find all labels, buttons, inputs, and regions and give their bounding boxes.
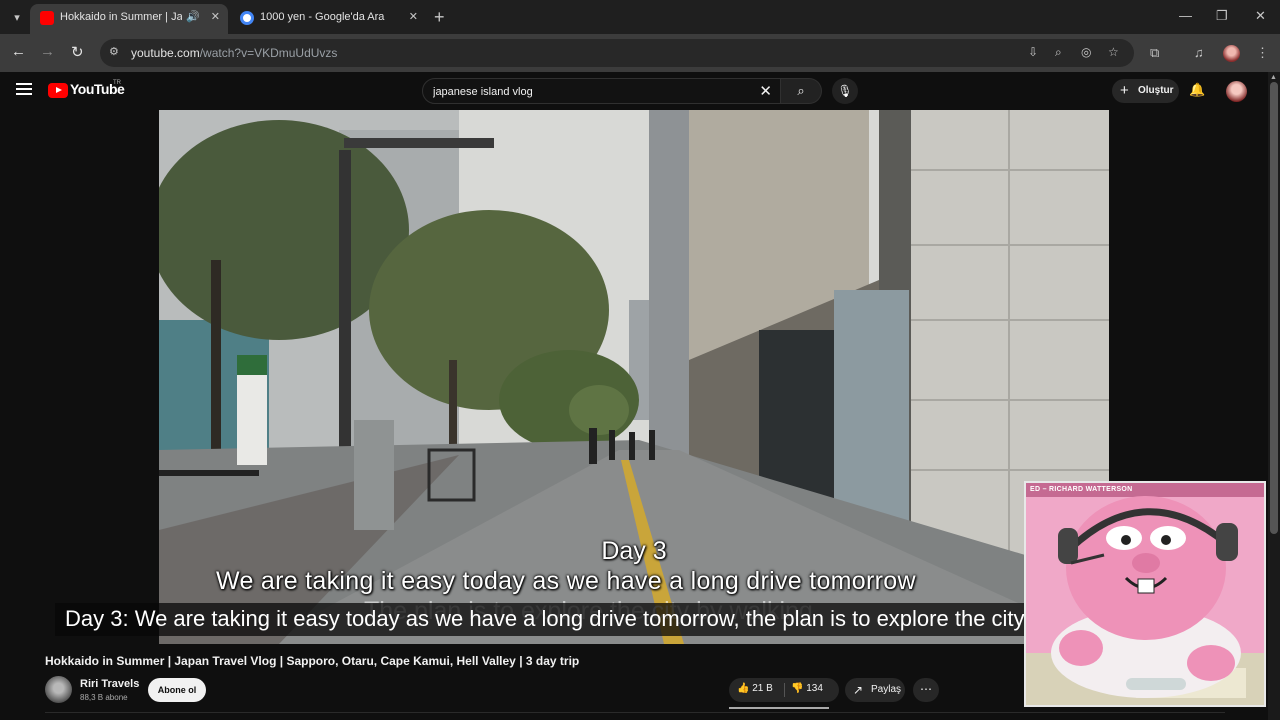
subscribe-button[interactable]: Abone ol [148, 678, 206, 702]
search-button[interactable]: ⌕ [781, 78, 822, 104]
address-bar[interactable]: ⚙ youtube.com/watch?v=VKDmuUdUvzs ⇩ ⌕ ◎ … [100, 39, 1134, 67]
like-button[interactable]: 👍 21 B [737, 683, 773, 694]
zoom-icon[interactable]: ⌕ [1055, 45, 1062, 60]
extensions-icon[interactable]: ⧉ [1150, 45, 1159, 61]
share-button[interactable]: ↗ Paylaş [845, 678, 905, 702]
create-label: Oluştur [1138, 85, 1174, 96]
media-control-icon[interactable]: ♫ [1194, 45, 1204, 60]
more-horizontal-icon: ⋯ [920, 682, 932, 696]
closed-caption-band: Day 3: We are taking it easy today as we… [55, 603, 1110, 636]
search-box[interactable]: ✕ [422, 78, 781, 104]
video-player[interactable]: Day 3 We are taking it easy today as we … [159, 110, 1109, 644]
pip-cartoon-frame [1026, 483, 1264, 705]
create-button[interactable]: + Oluştur [1112, 79, 1179, 103]
browser-toolbar: ← → ↻ ⚙ youtube.com/watch?v=VKDmuUdUvzs … [0, 34, 1280, 72]
clear-search-icon[interactable]: ✕ [759, 82, 772, 100]
url-host: youtube.com [131, 46, 200, 60]
tab-search-chevron-icon[interactable]: ▾ [8, 9, 26, 27]
minimize-icon[interactable]: — [1179, 8, 1192, 23]
more-actions-button[interactable]: ⋯ [913, 678, 939, 702]
reload-icon[interactable]: ↻ [71, 43, 84, 61]
tab-youtube[interactable]: Hokkaido in Summer | Japan Travel Vlog 🔊… [30, 4, 228, 34]
share-arrow-icon: ↗ [853, 683, 864, 697]
guide-menu-icon[interactable] [16, 83, 32, 95]
browser-menu-icon[interactable]: ⋮ [1256, 45, 1269, 61]
voice-search-button[interactable]: 🎙 [832, 78, 858, 104]
microphone-icon: 🎙 [837, 84, 853, 98]
browser-tab-bar: ▾ Hokkaido in Summer | Japan Travel Vlog… [0, 0, 1280, 34]
closed-caption-text: Day 3: We are taking it easy today as we… [65, 606, 1110, 631]
url-text: youtube.com/watch?v=VKDmuUdUvzs [131, 46, 337, 60]
like-divider [784, 683, 785, 697]
like-count: 21 B [752, 683, 773, 694]
scrollbar-thumb[interactable] [1270, 82, 1278, 534]
dislike-count: 134 [806, 683, 823, 694]
subscriber-count: 88,3 B abone [80, 693, 128, 702]
account-avatar[interactable] [1226, 81, 1247, 102]
divider [45, 712, 1225, 713]
restore-window-icon[interactable]: ❐ [1216, 8, 1228, 24]
tab-title: Hokkaido in Summer | Japan Travel Vlog [60, 11, 182, 23]
audio-playing-icon[interactable]: 🔊 [186, 10, 200, 23]
like-ratio-bar [729, 707, 829, 709]
thumbs-down-icon: 👎 [791, 683, 804, 694]
like-dislike-bar: 👍 21 B 👎 134 [729, 678, 839, 709]
search-input[interactable] [433, 84, 753, 100]
tab-google-search[interactable]: 1000 yen - Google'da Ara ✕ [230, 4, 426, 34]
video-title: Hokkaido in Summer | Japan Travel Vlog |… [45, 654, 580, 668]
channel-avatar[interactable] [45, 676, 72, 703]
forward-arrow-icon[interactable]: → [40, 43, 55, 60]
burned-subtitle-day: Day 3 [601, 537, 667, 565]
bookmark-star-icon[interactable]: ☆ [1108, 45, 1119, 59]
pip-caption-label: ED – RICHARD WATTERSON [1030, 486, 1133, 493]
youtube-favicon-icon [40, 11, 54, 25]
browser-profile-avatar[interactable] [1223, 45, 1240, 62]
pip-overlay-video[interactable]: ED – RICHARD WATTERSON [1024, 481, 1266, 707]
search-icon: ⌕ [797, 83, 805, 98]
install-app-icon[interactable]: ⇩ [1028, 45, 1038, 59]
youtube-masthead: YouTube TR ✕ ⌕ 🎙 +Oluştur 🔔 [0, 72, 1268, 110]
tab-title: 1000 yen - Google'da Ara [260, 11, 385, 23]
burned-subtitle-line: We are taking it easy today as we have a… [216, 567, 916, 595]
eye-off-icon[interactable]: ◎ [1081, 45, 1091, 59]
close-tab-icon[interactable]: ✕ [409, 10, 418, 23]
google-favicon-icon [240, 11, 254, 25]
close-tab-icon[interactable]: ✕ [211, 10, 220, 23]
plus-icon: + [1120, 82, 1129, 99]
share-label: Paylaş [871, 684, 902, 695]
page-scrollbar[interactable]: ▲ [1268, 72, 1280, 720]
thumbs-up-icon: 👍 [737, 683, 750, 694]
new-tab-plus-icon[interactable]: + [434, 7, 445, 28]
site-info-icon[interactable]: ⚙ [109, 45, 119, 58]
dislike-button[interactable]: 👎 134 [791, 683, 823, 694]
country-code: TR [113, 80, 121, 86]
scroll-up-arrow-icon[interactable]: ▲ [1270, 74, 1277, 81]
url-path: /watch?v=VKDmuUdUvzs [199, 46, 338, 60]
channel-name[interactable]: Riri Travels [80, 678, 139, 690]
notifications-bell-icon[interactable]: 🔔 [1189, 82, 1205, 98]
youtube-logo-icon[interactable] [48, 83, 68, 98]
close-window-icon[interactable]: ✕ [1255, 8, 1266, 24]
back-arrow-icon[interactable]: ← [11, 43, 26, 60]
